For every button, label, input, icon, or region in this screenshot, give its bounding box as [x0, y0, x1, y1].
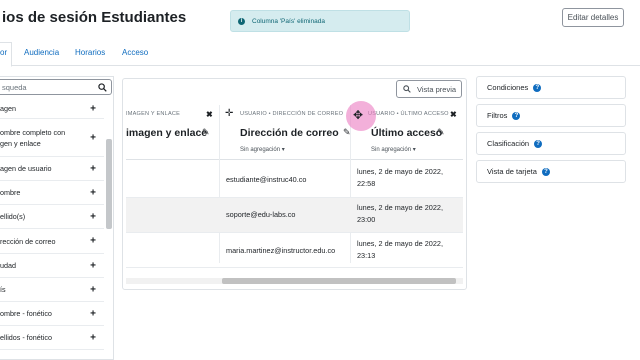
last-access-cell: lunes, 2 de mayo de 2022, 22:58 [357, 167, 444, 188]
report-table: IMAGEN Y ENLACE ✖ imagen y enlace ✎ ✛ US… [126, 105, 463, 285]
add-icon[interactable]: + [90, 163, 96, 174]
sidebar-item[interactable]: ís + [0, 278, 104, 302]
email-cell: estudiante@instruc40.co [226, 175, 307, 184]
move-cursor-icon: ✥ [353, 108, 364, 122]
table-row: estudiante@instruc40.co lunes, 2 de mayo… [126, 160, 463, 198]
sidebar-item-label: ombre - fonético [0, 309, 52, 318]
help-icon[interactable]: ? [534, 139, 543, 148]
search-icon [403, 85, 411, 93]
add-icon[interactable]: + [90, 211, 96, 222]
table-row: soporte@edu-labs.co lunes, 2 de mayo de … [126, 198, 463, 233]
table-scrollbar-thumb[interactable] [222, 278, 456, 284]
sidebar-item[interactable]: ombre completo con gen y enlace + [0, 119, 104, 157]
search-placeholder: squeda [2, 83, 27, 92]
tab-bar: or Audiencia Horarios Acceso [0, 42, 640, 67]
add-icon[interactable]: + [90, 236, 96, 247]
search-icon[interactable] [98, 83, 107, 92]
preview-button[interactable]: Vista previa [396, 80, 462, 98]
sidebar-item-label: udad [0, 261, 16, 270]
caret-down-icon: ▾ [281, 147, 285, 153]
sidebar-item-label: ís [0, 285, 6, 294]
sidebar-item-label: ellidos - fonético [0, 333, 52, 342]
remove-column-icon[interactable]: ✖ [450, 110, 457, 119]
column-caption: USUARIO • DIRECCIÓN DE CORREO [240, 111, 344, 117]
aggregation-value: Sin agregación [371, 147, 412, 153]
caret-down-icon: ▾ [412, 147, 416, 153]
settings-panel: Condiciones? Filtros? Clasificación? Vis… [476, 76, 626, 188]
sidebar-item[interactable]: ombre + [0, 181, 104, 205]
tab-audience[interactable]: Audiencia [24, 48, 59, 57]
table-row: maria.martinez@instructor.edu.co lunes, … [126, 233, 463, 268]
sidebar-item[interactable]: ombre - fonético + [0, 302, 104, 326]
toast-message: Columna 'País' eliminada [252, 17, 325, 25]
conditions-section[interactable]: Condiciones? [476, 76, 626, 99]
sidebar-item[interactable]: agen + [0, 99, 104, 119]
page-title: ios de sesión Estudiantes [2, 9, 187, 26]
sidebar-item[interactable]: udad + [0, 254, 104, 278]
preview-label: Vista previa [417, 84, 457, 94]
email-cell: maria.martinez@instructor.edu.co [226, 246, 336, 255]
tab-schedules[interactable]: Horarios [75, 48, 105, 57]
section-label: Condiciones [487, 83, 529, 92]
tab-content[interactable]: or [0, 48, 7, 57]
sorting-section[interactable]: Clasificación? [476, 132, 626, 155]
remove-column-icon[interactable]: ✖ [206, 110, 213, 119]
sidebar-item-label: ombre completo con gen y enlace [0, 127, 66, 148]
info-icon: i [238, 17, 245, 25]
column-sidebar: squeda agen + ombre completo con gen y en… [0, 76, 114, 360]
sidebar-item[interactable]: ellidos - fonético + [0, 326, 104, 350]
sidebar-item[interactable]: agen de usuario + [0, 157, 104, 181]
help-icon[interactable]: ? [533, 83, 542, 92]
sidebar-item-label: agen de usuario [0, 164, 52, 173]
sidebar-list: agen + ombre completo con gen y enlace + a… [0, 99, 104, 350]
add-icon[interactable]: + [90, 260, 96, 271]
sidebar-search-input[interactable]: squeda [0, 79, 112, 95]
add-icon[interactable]: + [90, 308, 96, 319]
last-access-cell: lunes, 2 de mayo de 2022, 23:00 [357, 203, 444, 224]
column-caption: IMAGEN Y ENLACE [126, 111, 181, 117]
sidebar-item-label: ellido(s) [0, 212, 26, 221]
section-label: Filtros [487, 111, 508, 120]
sidebar-item-label: agen [0, 104, 16, 113]
help-icon[interactable]: ? [512, 111, 521, 120]
add-icon[interactable]: + [90, 132, 96, 143]
move-column-icon[interactable]: ✛ [225, 108, 233, 119]
filters-section[interactable]: Filtros? [476, 104, 626, 127]
help-icon[interactable]: ? [541, 167, 550, 176]
edit-details-button[interactable]: Editar detalles [562, 8, 624, 27]
sidebar-item-label: rección de correo [0, 236, 56, 246]
sidebar-item-label: ombre [0, 188, 21, 197]
column-title[interactable]: imagen y enlace [126, 127, 207, 139]
sidebar-item[interactable]: ellido(s) + [0, 205, 104, 229]
tab-access[interactable]: Acceso [122, 48, 148, 57]
aggregation-select[interactable]: Sin agregación ▾ [240, 146, 285, 153]
card-view-section[interactable]: Vista de tarjeta? [476, 160, 626, 183]
last-access-cell: lunes, 2 de mayo de 2022, 23:13 [357, 239, 444, 260]
aggregation-select[interactable]: Sin agregación ▾ [371, 146, 416, 153]
column-title[interactable]: Dirección de correo [240, 127, 339, 139]
edit-pencil-icon[interactable]: ✎ [202, 127, 210, 138]
sidebar-item[interactable]: rección de correo + [0, 229, 104, 254]
sidebar-scrollbar[interactable] [106, 139, 112, 229]
add-icon[interactable]: + [90, 332, 96, 343]
add-icon[interactable]: + [90, 284, 96, 295]
column-caption: USUARIO • ÚLTIMO ACCESO [368, 111, 449, 117]
toast-notification: i Columna 'País' eliminada [230, 10, 410, 32]
section-label: Vista de tarjeta [487, 167, 537, 176]
column-title[interactable]: Último acceso [371, 127, 442, 139]
email-cell: soporte@edu-labs.co [226, 210, 296, 219]
section-label: Clasificación [487, 139, 530, 148]
add-icon[interactable]: + [90, 103, 96, 114]
aggregation-value: Sin agregación [240, 147, 281, 153]
edit-pencil-icon[interactable]: ✎ [437, 127, 445, 138]
add-icon[interactable]: + [90, 187, 96, 198]
